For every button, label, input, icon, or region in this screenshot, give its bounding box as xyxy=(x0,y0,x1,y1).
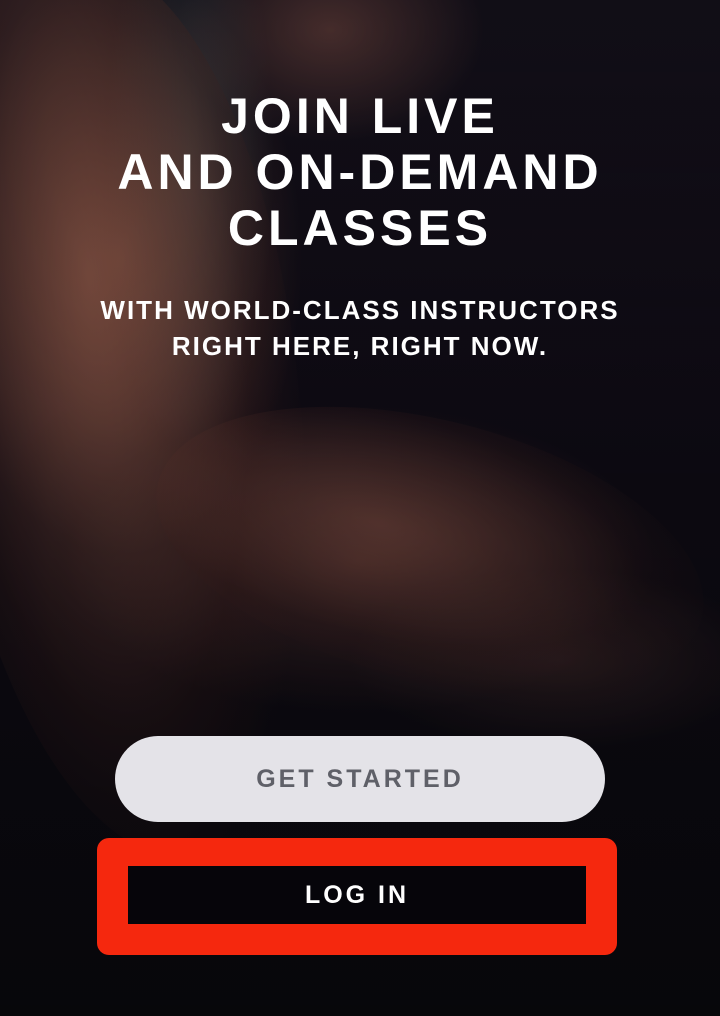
welcome-screen: JOIN LIVE AND ON-DEMAND CLASSES WITH WOR… xyxy=(0,0,720,1016)
headline: JOIN LIVE AND ON-DEMAND CLASSES xyxy=(0,88,720,256)
headline-line-1: JOIN LIVE xyxy=(221,88,499,144)
subheadline: WITH WORLD-CLASS INSTRUCTORS RIGHT HERE,… xyxy=(0,292,720,364)
headline-line-2: AND ON-DEMAND xyxy=(117,144,603,200)
subheadline-line-1: WITH WORLD-CLASS INSTRUCTORS xyxy=(100,295,620,325)
headline-line-3: CLASSES xyxy=(227,200,493,256)
log-in-button[interactable]: LOG IN xyxy=(128,866,586,924)
subheadline-line-2: RIGHT HERE, RIGHT NOW. xyxy=(171,331,549,361)
get-started-button[interactable]: GET STARTED xyxy=(115,736,605,822)
